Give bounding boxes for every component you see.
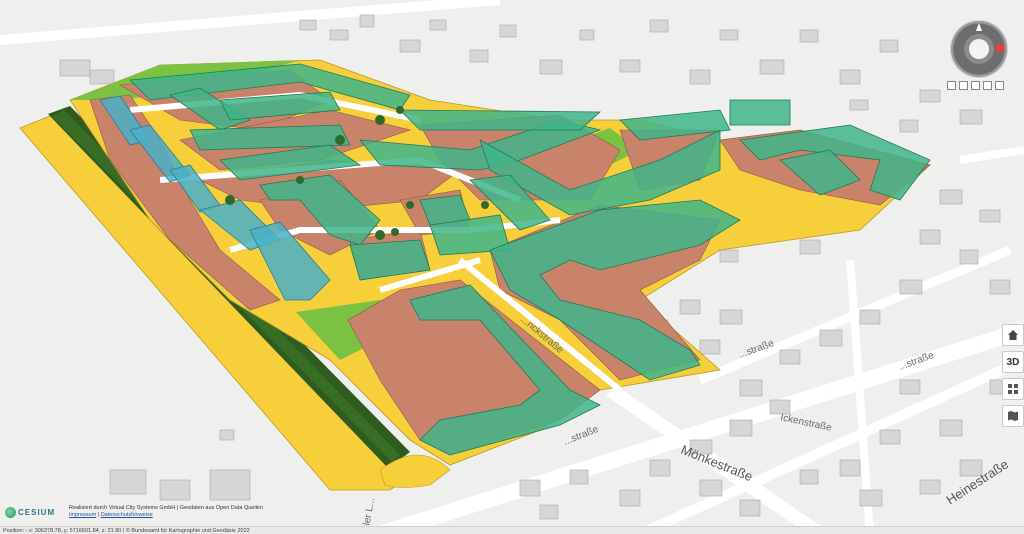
cesium-logo-text: CESIUM xyxy=(18,507,56,517)
credit-text: Realisiert durch Virtual City Systems Gm… xyxy=(69,505,263,519)
home-button[interactable] xyxy=(1002,324,1024,346)
map-icon xyxy=(1008,411,1018,421)
layers-button[interactable] xyxy=(1002,378,1024,400)
navigation-buttons xyxy=(947,81,1004,93)
compass-widget[interactable] xyxy=(950,20,1008,78)
location-icon[interactable] xyxy=(996,44,1004,52)
map-tools: 3D xyxy=(1002,324,1024,427)
compass-center[interactable] xyxy=(969,39,989,59)
view-3d-button[interactable]: 3D xyxy=(1002,351,1024,373)
map-viewport[interactable]: Mönkestraße Heinestraße ...nckstraße ...… xyxy=(0,0,1024,534)
impressum-link[interactable]: Impressum xyxy=(69,512,96,518)
north-icon xyxy=(976,23,982,31)
nav-button-4[interactable] xyxy=(983,81,992,90)
cesium-logo[interactable]: CESIUM xyxy=(5,505,63,519)
grid-icon xyxy=(1008,384,1018,394)
datenschutz-link[interactable]: Datenschutzhinweise xyxy=(101,512,153,518)
attribution: CESIUM Realisiert durch Virtual City Sys… xyxy=(5,502,263,522)
status-bar: Position: - x: 306378.78, y: 5716601.84,… xyxy=(0,526,1024,534)
nav-button-2[interactable] xyxy=(959,81,968,90)
home-icon xyxy=(1008,330,1018,340)
nav-button-3[interactable] xyxy=(971,81,980,90)
map-button[interactable] xyxy=(1002,405,1024,427)
map-scene[interactable]: Mönkestraße Heinestraße ...nckstraße ...… xyxy=(0,0,1024,534)
cesium-logo-icon xyxy=(5,506,16,518)
credit-line: Realisiert durch Virtual City Systems Gm… xyxy=(69,505,263,511)
nav-button-1[interactable] xyxy=(947,81,956,90)
nav-button-5[interactable] xyxy=(995,81,1004,90)
